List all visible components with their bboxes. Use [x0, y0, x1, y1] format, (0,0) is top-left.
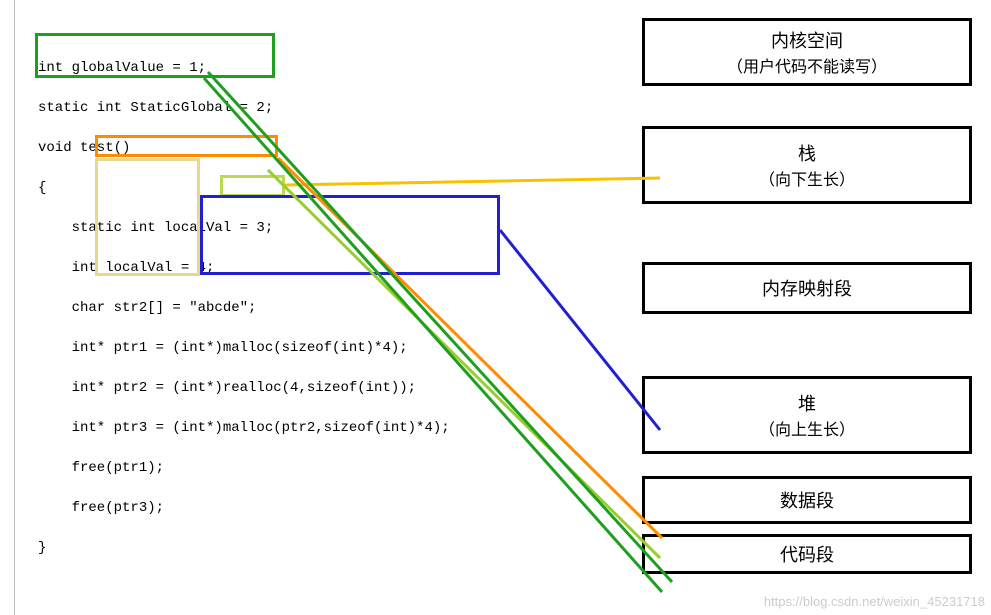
highlight-local-vars	[95, 158, 200, 276]
mem-data: 数据段	[642, 476, 972, 524]
mem-data-title: 数据段	[780, 487, 834, 513]
mem-mmap: 内存映射段	[642, 262, 972, 314]
memory-layout-diagram: 内核空间 （用户代码不能读写） 栈 （向下生长） 内存映射段 堆 （向上生长） …	[642, 18, 972, 574]
highlight-string-literal	[220, 175, 285, 197]
code-line: }	[38, 538, 450, 558]
mem-code-title: 代码段	[780, 541, 834, 567]
code-line: int* ptr2 = (int*)realloc(4,sizeof(int))…	[38, 378, 450, 398]
code-block: int globalValue = 1; static int StaticGl…	[38, 38, 450, 578]
code-line: int* ptr3 = (int*)malloc(ptr2,sizeof(int…	[38, 418, 450, 438]
highlight-heap-alloc	[200, 195, 500, 275]
mem-heap-sub: （向上生长）	[759, 416, 855, 440]
mem-kernel-title: 内核空间	[771, 27, 843, 53]
mem-stack-title: 栈	[798, 140, 816, 166]
watermark-text: https://blog.csdn.net/weixin_45231718	[764, 594, 985, 609]
line-heap	[500, 230, 660, 430]
code-line: free(ptr3);	[38, 498, 450, 518]
code-line: int* ptr1 = (int*)malloc(sizeof(int)*4);	[38, 338, 450, 358]
mem-code: 代码段	[642, 534, 972, 574]
code-line: free(ptr1);	[38, 458, 450, 478]
highlight-static-local	[95, 135, 278, 157]
mem-kernel: 内核空间 （用户代码不能读写）	[642, 18, 972, 86]
mem-stack: 栈 （向下生长）	[642, 126, 972, 204]
mem-stack-sub: （向下生长）	[759, 166, 855, 190]
left-margin-rule	[14, 0, 15, 615]
code-line: char str2[] = "abcde";	[38, 298, 450, 318]
highlight-global-vars	[35, 33, 275, 78]
mem-heap: 堆 （向上生长）	[642, 376, 972, 454]
mem-kernel-sub: （用户代码不能读写）	[727, 53, 887, 77]
code-line: static int StaticGlobal = 2;	[38, 98, 450, 118]
mem-mmap-title: 内存映射段	[762, 275, 852, 301]
mem-heap-title: 堆	[798, 390, 816, 416]
